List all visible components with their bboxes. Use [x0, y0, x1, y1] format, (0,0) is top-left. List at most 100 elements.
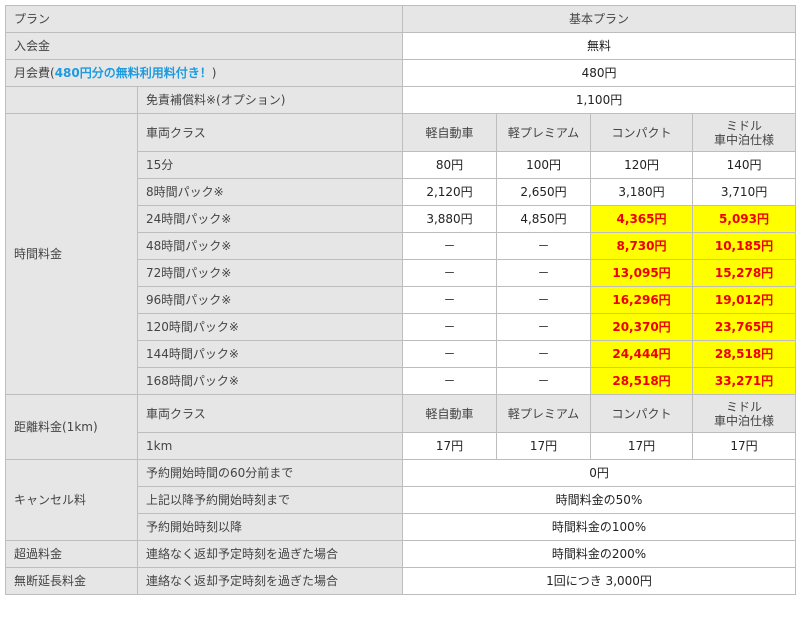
insurance-value: 1,100円: [402, 86, 797, 114]
cancel-row-name: 予約開始時刻以降: [136, 513, 404, 541]
time-row-name: 168時間パック※: [136, 367, 404, 395]
cancel-row-value: 時間料金の100%: [402, 513, 797, 541]
overtime-label: 超過料金: [5, 540, 138, 568]
time-row-kei-premium: 4,850円: [496, 205, 592, 233]
distance-class-middle-line2: 車中泊仕様: [714, 413, 775, 428]
distance-class-label: 車両クラス: [136, 394, 404, 433]
cancel-row-name: 上記以降予約開始時刻まで: [136, 486, 404, 514]
overtime-value: 時間料金の200%: [402, 540, 797, 568]
distance-class-kei-premium: 軽プレミアム: [496, 394, 592, 433]
distance-class-compact: コンパクト: [590, 394, 694, 433]
time-row-compact: 3,180円: [590, 178, 694, 206]
time-row-kei-premium: －: [496, 367, 592, 395]
time-row-middle: 140円: [692, 151, 797, 179]
time-row-compact: 28,518円: [590, 367, 694, 395]
monthly-label-close: ): [211, 66, 217, 80]
time-row-compact: 20,370円: [590, 313, 694, 341]
monthly-note: 480円分の無料利用料付き！: [54, 66, 212, 80]
time-fee-class-row: 時間料金 車両クラス 軽自動車 軽プレミアム コンパクト ミドル 車中泊仕様: [5, 113, 797, 395]
time-row-middle: 3,710円: [692, 178, 797, 206]
cancel-row-name: 予約開始時間の60分前まで: [136, 459, 404, 487]
distance-class-row: 距離料金(1km) 車両クラス 軽自動車 軽プレミアム コンパクト ミドル 車中泊…: [5, 394, 797, 460]
no-extension-value: 1回につき 3,000円: [402, 567, 797, 595]
distance-kei: 17円: [402, 432, 498, 460]
time-row-name: 8時間パック※: [136, 178, 404, 206]
time-row-middle: 28,518円: [692, 340, 797, 368]
time-row-kei: －: [402, 259, 498, 287]
time-row-compact: 8,730円: [590, 232, 694, 260]
time-row-kei: －: [402, 232, 498, 260]
distance-kei-premium: 17円: [496, 432, 592, 460]
time-row-kei-premium: －: [496, 340, 592, 368]
time-row-kei: 2,120円: [402, 178, 498, 206]
plan-name: 基本プラン: [402, 5, 797, 33]
distance-unit: 1km: [136, 432, 404, 460]
distance-class-middle: ミドル 車中泊仕様: [692, 394, 797, 433]
monthly-label-cell: 月会費(480円分の無料利用料付き！): [4, 59, 404, 87]
time-row-kei: －: [402, 286, 498, 314]
time-row-middle: 10,185円: [692, 232, 797, 260]
distance-fee-label: 距離料金(1km): [5, 394, 138, 460]
no-extension-condition: 連絡なく返却予定時刻を過ぎた場合: [136, 567, 404, 595]
time-fee-label: 時間料金: [5, 113, 138, 395]
distance-class-middle-line1: ミドル: [726, 399, 763, 414]
overtime-condition: 連絡なく返却予定時刻を過ぎた場合: [136, 540, 404, 568]
time-row-middle: 15,278円: [692, 259, 797, 287]
insurance-label: 免責補償料※(オプション): [136, 86, 404, 114]
time-row-kei: －: [402, 367, 498, 395]
pricing-table: プラン 基本プラン 入会金 無料 月会費(480円分の無料利用料付き！) 480…: [4, 5, 797, 595]
time-row-name: 96時間パック※: [136, 286, 404, 314]
admission-row: 入会金 無料: [4, 32, 797, 60]
cancel-row: キャンセル料 予約開始時間の60分前まで 0円: [5, 459, 797, 541]
time-row-kei-premium: 2,650円: [496, 178, 592, 206]
class-middle: ミドル 車中泊仕様: [692, 113, 797, 152]
time-row-compact: 120円: [590, 151, 694, 179]
time-row-compact: 4,365円: [590, 205, 694, 233]
time-row-kei: －: [402, 313, 498, 341]
monthly-row: 月会費(480円分の無料利用料付き！) 480円: [4, 59, 797, 87]
insurance-empty-label: [5, 86, 138, 114]
time-row-kei-premium: －: [496, 259, 592, 287]
cancel-row-value: 時間料金の50%: [402, 486, 797, 514]
class-kei-premium: 軽プレミアム: [496, 113, 592, 152]
time-row-name: 15分: [136, 151, 404, 179]
cancel-row-value: 0円: [402, 459, 797, 487]
cancel-label: キャンセル料: [5, 459, 138, 541]
time-row-kei: 80円: [402, 151, 498, 179]
class-kei: 軽自動車: [402, 113, 498, 152]
class-middle-line2: 車中泊仕様: [714, 132, 775, 147]
time-row-name: 72時間パック※: [136, 259, 404, 287]
time-row-middle: 23,765円: [692, 313, 797, 341]
plan-label: プラン: [4, 5, 404, 33]
time-row-middle: 33,271円: [692, 367, 797, 395]
distance-compact: 17円: [590, 432, 694, 460]
time-row-kei-premium: 100円: [496, 151, 592, 179]
time-row-name: 48時間パック※: [136, 232, 404, 260]
distance-middle: 17円: [692, 432, 797, 460]
time-row-compact: 13,095円: [590, 259, 694, 287]
time-row-kei: 3,880円: [402, 205, 498, 233]
time-row-name: 24時間パック※: [136, 205, 404, 233]
time-row-kei: －: [402, 340, 498, 368]
time-row-kei-premium: －: [496, 232, 592, 260]
time-row-compact: 16,296円: [590, 286, 694, 314]
time-row-middle: 5,093円: [692, 205, 797, 233]
monthly-value: 480円: [402, 59, 797, 87]
overtime-row: 超過料金 連絡なく返却予定時刻を過ぎた場合 時間料金の200%: [5, 540, 797, 568]
time-row-compact: 24,444円: [590, 340, 694, 368]
time-row-name: 120時間パック※: [136, 313, 404, 341]
plan-header-row: プラン 基本プラン: [4, 5, 797, 33]
no-extension-label: 無断延長料金: [5, 567, 138, 595]
no-extension-row: 無断延長料金 連絡なく返却予定時刻を過ぎた場合 1回につき 3,000円: [5, 567, 797, 595]
time-row-middle: 19,012円: [692, 286, 797, 314]
time-row-kei-premium: －: [496, 313, 592, 341]
monthly-label: 月会費(: [14, 66, 55, 80]
admission-value: 無料: [402, 32, 797, 60]
admission-label: 入会金: [4, 32, 404, 60]
class-compact: コンパクト: [590, 113, 694, 152]
time-fee-class-label: 車両クラス: [136, 113, 404, 152]
time-row-kei-premium: －: [496, 286, 592, 314]
insurance-row: 免責補償料※(オプション) 1,100円: [5, 86, 797, 114]
class-middle-line1: ミドル: [726, 118, 763, 133]
time-row-name: 144時間パック※: [136, 340, 404, 368]
